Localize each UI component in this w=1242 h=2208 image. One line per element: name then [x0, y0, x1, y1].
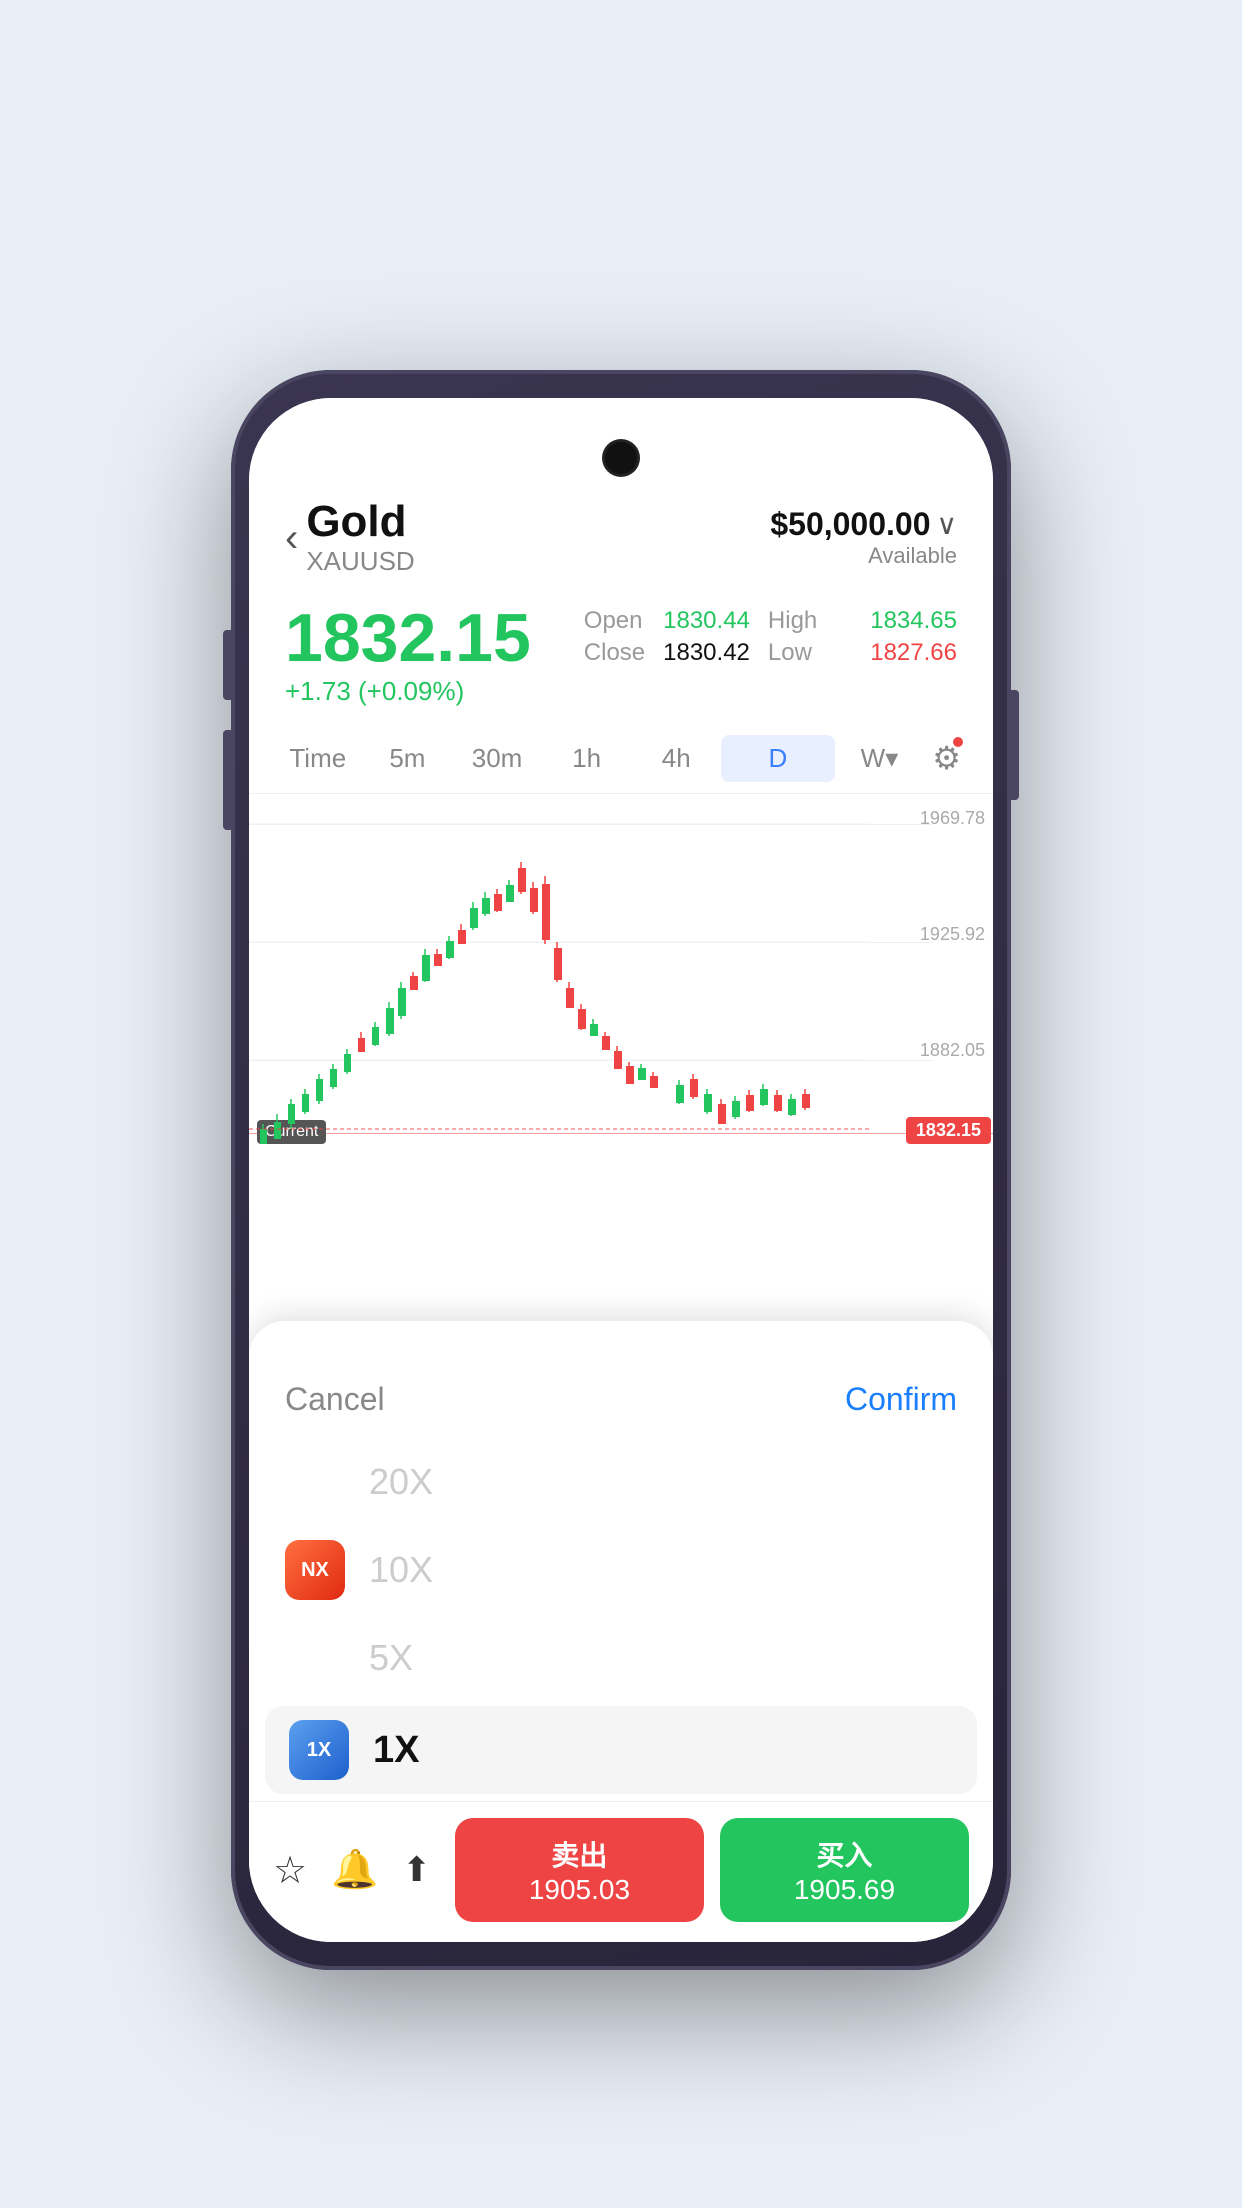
star-icon[interactable]: ☆ [273, 1848, 307, 1893]
buy-button[interactable]: 买入 1905.69 [720, 1818, 969, 1922]
phone-screen: ‹ Gold XAUUSD $50,000.00 ∨ Available [249, 398, 993, 1942]
settings-icon[interactable]: ⚙ [924, 731, 969, 785]
asset-name: Gold [306, 498, 414, 546]
sell-button[interactable]: 卖出 1905.03 [455, 1818, 704, 1922]
sell-price: 1905.03 [471, 1874, 688, 1906]
trade-icons-group: ☆ 🔔 ⬆ [273, 1848, 431, 1893]
top-bar-right[interactable]: $50,000.00 ∨ Available [770, 506, 957, 569]
leverage-20x-value: 20X [369, 1461, 433, 1503]
low-label: Low [768, 639, 817, 667]
high-label: High [768, 607, 817, 635]
close-label: Close [584, 639, 645, 667]
leverage-5x-badge [285, 1628, 345, 1688]
time-item-d[interactable]: D [721, 735, 835, 782]
time-item-30m[interactable]: 30m [452, 735, 542, 782]
leverage-5x-item[interactable]: 5X [249, 1614, 993, 1702]
cancel-button[interactable]: Cancel [285, 1381, 385, 1418]
asset-symbol: XAUUSD [306, 546, 414, 577]
chart-area: 1969.78 1925.92 1882.05 Current 1832.15 [249, 794, 993, 1194]
y-label-1: 1969.78 [920, 808, 985, 829]
panel-actions: Cancel Confirm [249, 1381, 993, 1434]
hl-vals: 1834.65 1827.66 [870, 607, 957, 667]
time-item-time[interactable]: Time [273, 735, 363, 782]
sell-label: 卖出 [471, 1834, 688, 1874]
candlestick-chart [249, 794, 929, 1194]
balance-row: $50,000.00 ∨ [770, 506, 957, 543]
trade-bar: ☆ 🔔 ⬆ 卖出 1905.03 买入 1905.69 [249, 1801, 993, 1942]
frosted-top [249, 1321, 993, 1381]
balance-arrow-icon: ∨ [937, 508, 958, 541]
time-item-1h[interactable]: 1h [542, 735, 632, 782]
close-val: 1830.42 [663, 639, 750, 667]
confirm-button[interactable]: Confirm [845, 1381, 957, 1418]
time-item-5m[interactable]: 5m [363, 735, 453, 782]
nx-badge: NX [285, 1540, 345, 1600]
leverage-1x-item[interactable]: 1X 1X [265, 1706, 977, 1794]
leverage-10x-value: 10X [369, 1549, 433, 1591]
phone-wrapper: ‹ Gold XAUUSD $50,000.00 ∨ Available [231, 370, 1011, 1970]
price-left: 1832.15 +1.73 (+0.09%) [285, 601, 531, 707]
leverage-1x-value: 1X [373, 1729, 419, 1772]
balance-label: Available [770, 543, 957, 569]
phone-camera [605, 442, 637, 474]
leverage-20x-badge [285, 1452, 345, 1512]
low-val: 1827.66 [870, 639, 957, 667]
leverage-10x-item[interactable]: NX 10X [249, 1526, 993, 1614]
open-val: 1830.44 [663, 607, 750, 635]
screen-content: ‹ Gold XAUUSD $50,000.00 ∨ Available [249, 398, 993, 1942]
asset-info: Gold XAUUSD [306, 498, 414, 577]
volume-btn-1 [223, 630, 233, 700]
share-icon[interactable]: ⬆ [402, 1850, 431, 1890]
price-right: Open 1830.44 High Close 1830.42 Low [584, 607, 817, 667]
power-btn [1009, 690, 1019, 800]
top-bar: ‹ Gold XAUUSD $50,000.00 ∨ Available [249, 398, 993, 593]
time-item-w[interactable]: W▾ [835, 735, 925, 782]
bell-icon[interactable]: 🔔 [331, 1848, 378, 1892]
top-bar-left: ‹ Gold XAUUSD [285, 498, 415, 577]
balance-amount: $50,000.00 [770, 506, 930, 543]
back-arrow-icon[interactable]: ‹ [285, 518, 298, 558]
time-bar: Time 5m 30m 1h 4h D W▾ ⚙ [249, 723, 993, 794]
leverage-5x-value: 5X [369, 1637, 413, 1679]
time-item-4h[interactable]: 4h [631, 735, 721, 782]
current-price: 1832.15 [285, 601, 531, 676]
high-val: 1834.65 [870, 607, 957, 635]
buy-label: 买入 [736, 1834, 953, 1874]
leverage-panel: Cancel Confirm 20X NX 10X [249, 1321, 993, 1822]
price-section: 1832.15 +1.73 (+0.09%) Open 1830.44 High… [249, 593, 993, 723]
leverage-20x-item[interactable]: 20X [249, 1438, 993, 1526]
open-label: Open [584, 607, 645, 635]
volume-btn-2 [223, 730, 233, 830]
leverage-list: 20X NX 10X 5X 1X 1X [249, 1434, 993, 1802]
1x-badge: 1X [289, 1720, 349, 1780]
y-label-3: 1882.05 [920, 1040, 985, 1061]
price-change: +1.73 (+0.09%) [285, 676, 531, 707]
buy-price: 1905.69 [736, 1874, 953, 1906]
